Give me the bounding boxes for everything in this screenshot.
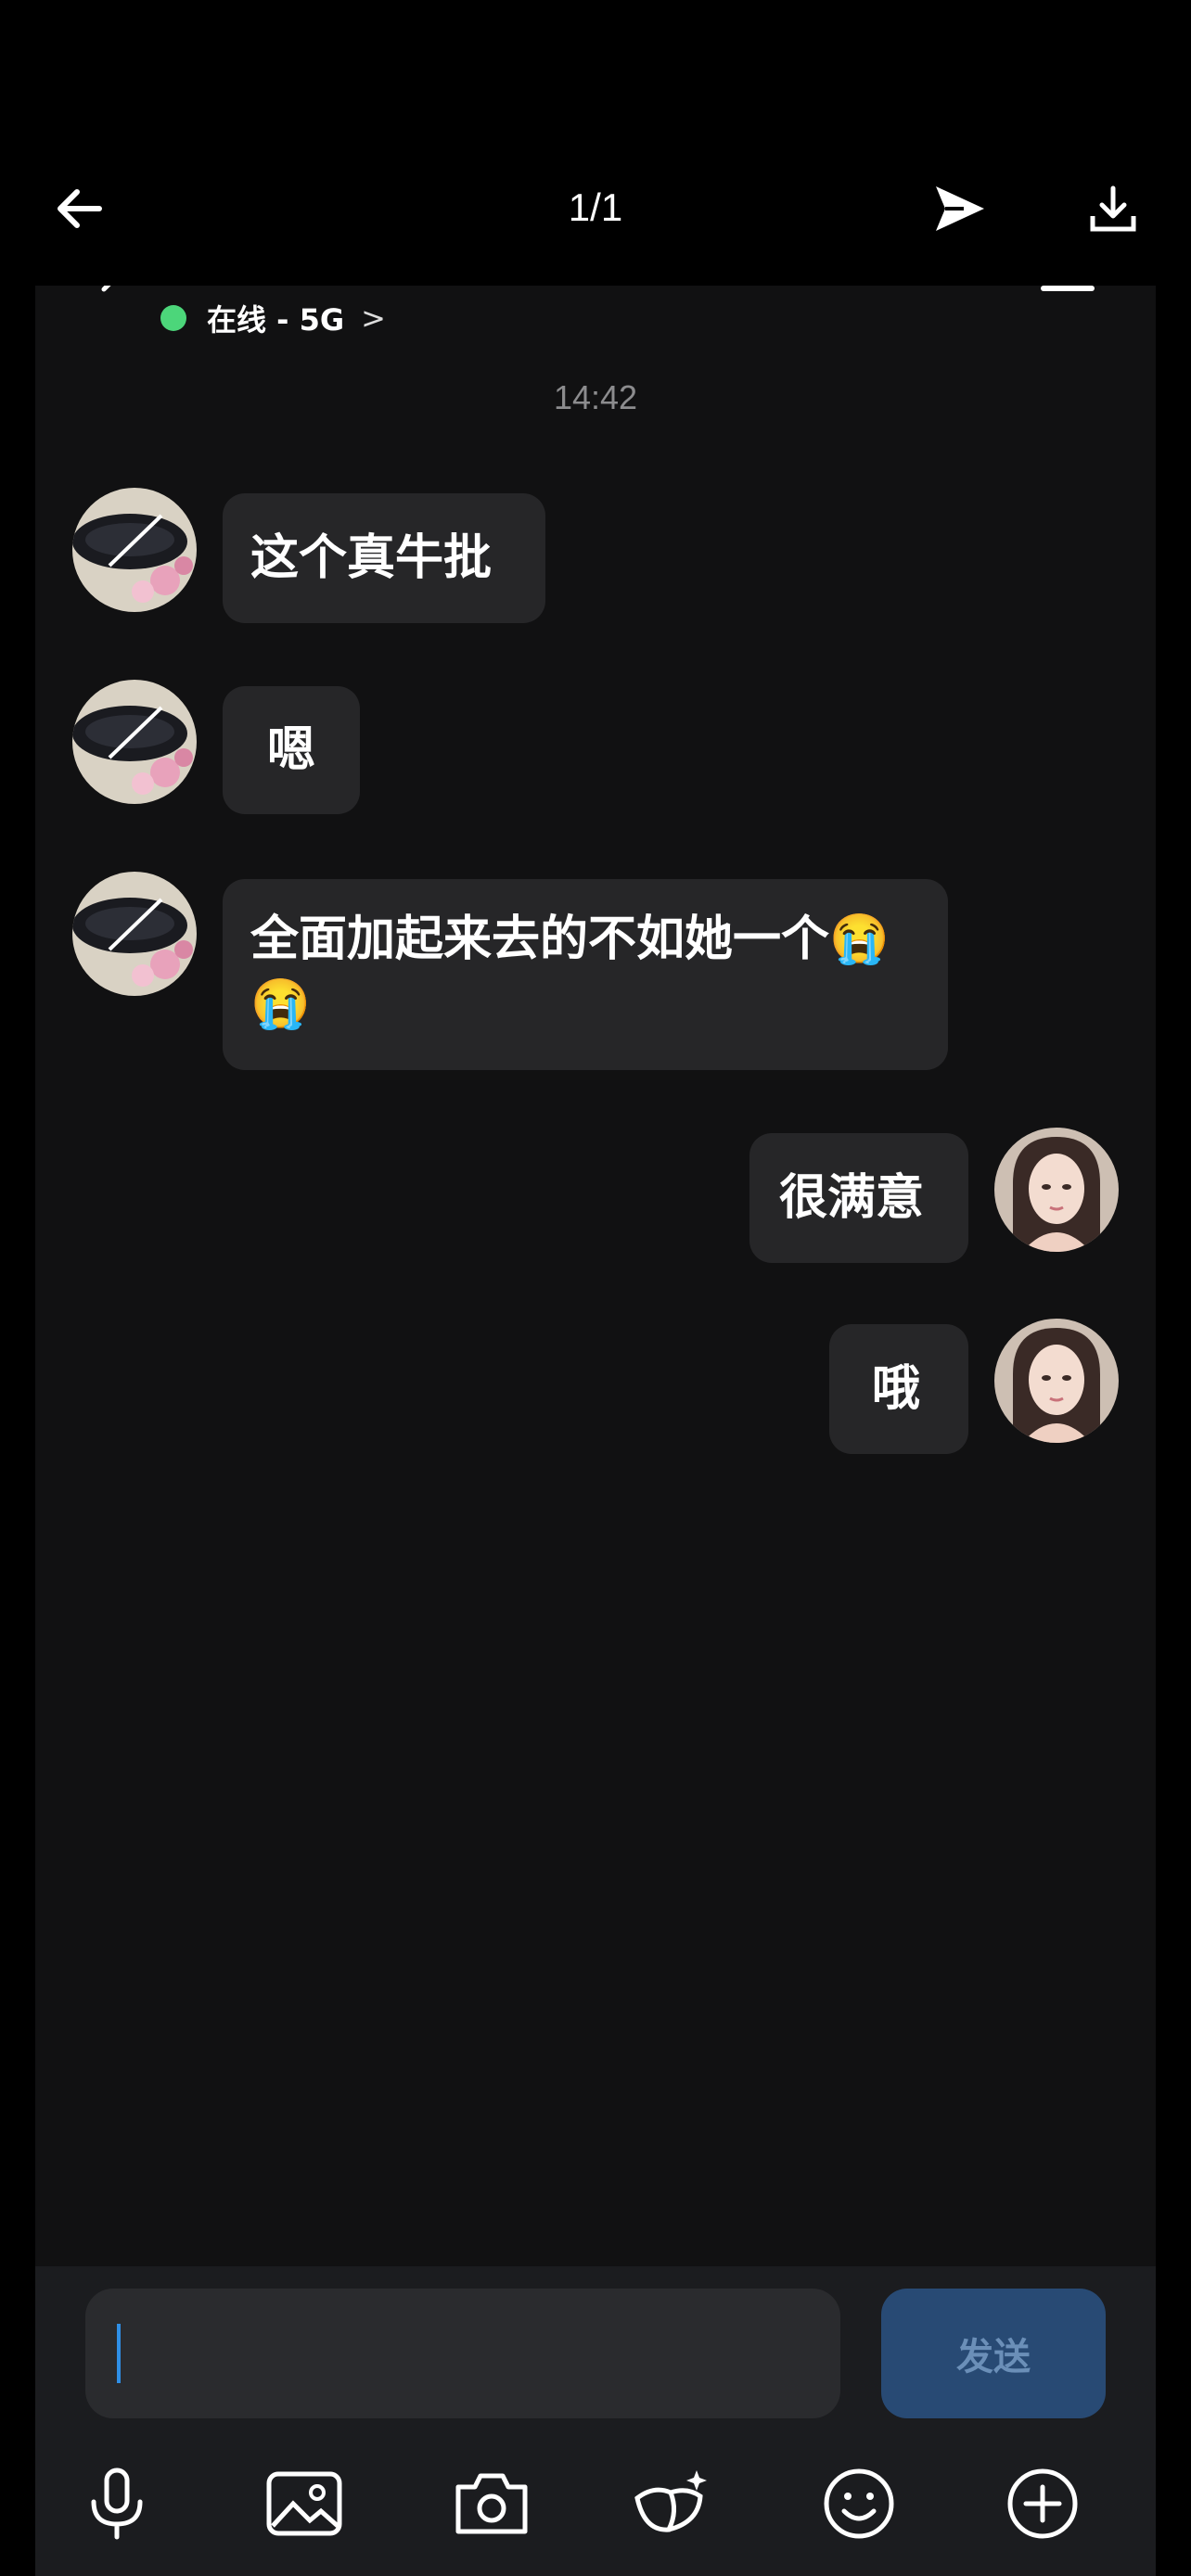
online-dot-icon [160,305,186,331]
download-icon[interactable] [1081,176,1146,241]
message-text: 哦 [872,1360,921,1417]
send-icon[interactable] [923,172,997,246]
message-input-area: 发送 [35,2266,1156,2576]
camera-icon[interactable] [445,2457,538,2550]
message-text: 这个真牛批 [250,529,493,586]
chat-screenshot: 在线 - 5G > 14:42 这个真牛批 嗯 全面加起来去的不如她一个😭😭 很… [35,286,1156,2576]
message-timestamp: 14:42 [553,378,638,416]
page-counter: 1/1 [568,185,623,229]
back-arrow-icon[interactable] [46,176,111,241]
send-button[interactable]: 发送 [881,2289,1106,2418]
contact-avatar[interactable] [72,488,197,612]
user-avatar[interactable] [994,1319,1119,1443]
user-avatar[interactable] [994,1128,1119,1252]
emoji-icon[interactable] [813,2457,905,2550]
viewer-top-bar: 1/1 [0,0,1191,287]
online-status[interactable]: 在线 - 5G > [160,297,386,339]
message-bubble-sent: 哦 [829,1324,968,1454]
message-bubble-received: 全面加起来去的不如她一个😭😭 [223,879,948,1070]
plus-icon[interactable] [996,2457,1089,2550]
message-bubble-received: 这个真牛批 [223,493,545,623]
message-text: 嗯 [267,721,316,778]
menu-icon[interactable] [1041,286,1095,291]
message-input[interactable] [85,2289,840,2418]
chevron-right-icon: > [361,300,386,336]
contact-avatar[interactable] [72,680,197,804]
status-text: 在线 - 5G [207,302,345,338]
microphone-icon[interactable] [70,2457,163,2550]
message-text: 很满意 [779,1169,925,1226]
contact-avatar[interactable] [72,872,197,996]
image-icon[interactable] [258,2457,351,2550]
message-bubble-sent: 很满意 [749,1133,968,1263]
text-caret [117,2324,121,2383]
mask-effect-icon[interactable] [627,2457,720,2550]
message-text: 全面加起来去的不如她一个😭😭 [250,911,890,1032]
message-bubble-received: 嗯 [223,686,360,814]
chat-back-icon[interactable] [93,286,130,308]
